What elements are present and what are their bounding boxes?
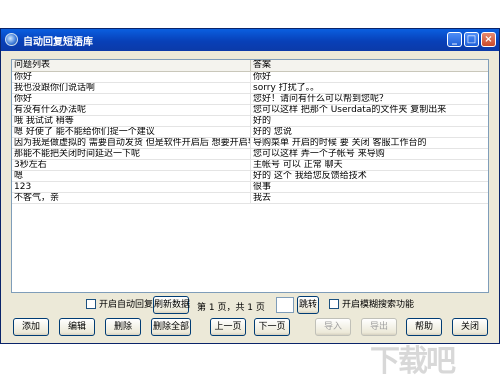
fuzzy-search-label: 开启模糊搜索功能: [342, 300, 415, 310]
question-cell: 嗯: [12, 171, 251, 181]
answer-cell: 导购菜单 开启的时候 要 关闭 客服工作台的: [253, 138, 427, 148]
question-cell: 有没有什么办法呢: [12, 105, 251, 115]
previous-page-button[interactable]: 上一页: [210, 318, 246, 336]
answer-cell: 好的: [253, 116, 272, 126]
delete-button[interactable]: 删除: [105, 318, 141, 336]
import-button[interactable]: 导入: [315, 318, 351, 336]
table-row[interactable]: 因为我是做虚拟的 需要自动发货 但是软件开启后 想要开启导购菜单就不能导购菜单 …: [12, 138, 488, 149]
app-icon: [5, 33, 18, 46]
answer-cell: sorry 打扰了。。: [253, 83, 320, 93]
table-row[interactable]: 我也没跟你们说话啊 sorry 打扰了。。: [12, 83, 488, 94]
table-row[interactable]: 哦 我试试 稍等 好的: [12, 116, 488, 127]
table-row[interactable]: 3秒左右 主帐号 可以 正常 聊天: [12, 160, 488, 171]
page-info: 第 1 页，共 1 页: [197, 303, 265, 313]
question-cell: 我也没跟你们说话啊: [12, 83, 251, 93]
phrase-list[interactable]: 问题列表 答案 你好 你好 我也没跟你们说话啊 sorry 打扰了。。 你好 您好！请问有…: [11, 59, 489, 293]
close-window-button[interactable]: ×: [481, 32, 496, 47]
add-button[interactable]: 添加: [13, 318, 49, 336]
auto-reply-label: 开启自动回复: [99, 300, 154, 310]
answer-cell: 您可以这样 把那个 Userdata的文件夹 复制出来: [253, 105, 447, 115]
answer-cell: 主帐号 可以 正常 聊天: [253, 160, 343, 170]
question-cell: 123: [12, 182, 251, 192]
auto-reply-checkbox-box[interactable]: [86, 299, 96, 309]
question-cell: 因为我是做虚拟的 需要自动发货 但是软件开启后 想要开启导购菜单就不能: [12, 138, 251, 148]
question-cell: 3秒左右: [12, 160, 251, 170]
column-header-answer[interactable]: 答案: [251, 60, 488, 71]
answer-cell: 很事: [253, 182, 272, 192]
refresh-data-button[interactable]: 刷新数据: [153, 296, 190, 314]
answer-cell: 好的 您说: [253, 127, 292, 137]
minimize-button[interactable]: _: [447, 32, 462, 47]
answer-cell: 你好: [253, 72, 272, 82]
jump-button[interactable]: 跳转: [297, 296, 319, 314]
answer-cell: 好的 这个 我给您反馈给技术: [253, 171, 367, 181]
answer-cell: 我去: [253, 193, 272, 203]
list-header: 问题列表 答案: [12, 60, 488, 72]
table-row[interactable]: 不客气，亲 我去: [12, 193, 488, 204]
table-row[interactable]: 123 很事: [12, 182, 488, 193]
next-page-button[interactable]: 下一页: [254, 318, 290, 336]
fuzzy-search-checkbox-box[interactable]: [329, 299, 339, 309]
help-button[interactable]: 帮助: [406, 318, 442, 336]
close-button[interactable]: 关闭: [452, 318, 488, 336]
column-header-question[interactable]: 问题列表: [12, 60, 251, 71]
auto-reply-checkbox[interactable]: 开启自动回复: [86, 298, 153, 312]
fuzzy-search-checkbox[interactable]: 开启模糊搜索功能: [329, 298, 414, 312]
maximize-button[interactable]: □: [464, 32, 479, 47]
table-row[interactable]: 嗯 好使了 能不能给你们提一个建议 好的 您说: [12, 127, 488, 138]
question-cell: 嗯 好使了 能不能给你们提一个建议: [12, 127, 251, 137]
answer-cell: 您好！请问有什么可以帮到您呢？: [253, 94, 389, 104]
edit-button[interactable]: 编辑: [59, 318, 95, 336]
title-bar[interactable]: 自动回复短语库 _ □ ×: [1, 29, 499, 51]
table-row[interactable]: 你好 你好: [12, 72, 488, 83]
page-jump-input[interactable]: [276, 297, 294, 313]
question-cell: 哦 我试试 稍等: [12, 116, 251, 126]
question-cell: 你好: [12, 72, 251, 82]
phrase-library-window: 自动回复短语库 _ □ × 问题列表 答案 你好 你好 我也没跟你们说话啊 sorry…: [0, 28, 500, 344]
question-cell: 那能不能把关闭时间延迟一下呢: [12, 149, 251, 159]
delete-all-button[interactable]: 删除全部: [151, 318, 191, 336]
answer-cell: 您可以这样 弄一个子帐号 来导购: [253, 149, 385, 159]
export-button[interactable]: 导出: [361, 318, 397, 336]
table-row[interactable]: 那能不能把关闭时间延迟一下呢 您可以这样 弄一个子帐号 来导购: [12, 149, 488, 160]
question-cell: 你好: [12, 94, 251, 104]
table-row[interactable]: 嗯好的 这个 我给您反馈给技术: [12, 171, 488, 182]
table-row[interactable]: 有没有什么办法呢 您可以这样 把那个 Userdata的文件夹 复制出来: [12, 105, 488, 116]
watermark: 下载吧: [370, 344, 456, 379]
window-title: 自动回复短语库: [23, 37, 93, 48]
table-row[interactable]: 你好 您好！请问有什么可以帮到您呢？: [12, 94, 488, 105]
question-cell: 不客气，亲: [12, 193, 251, 203]
